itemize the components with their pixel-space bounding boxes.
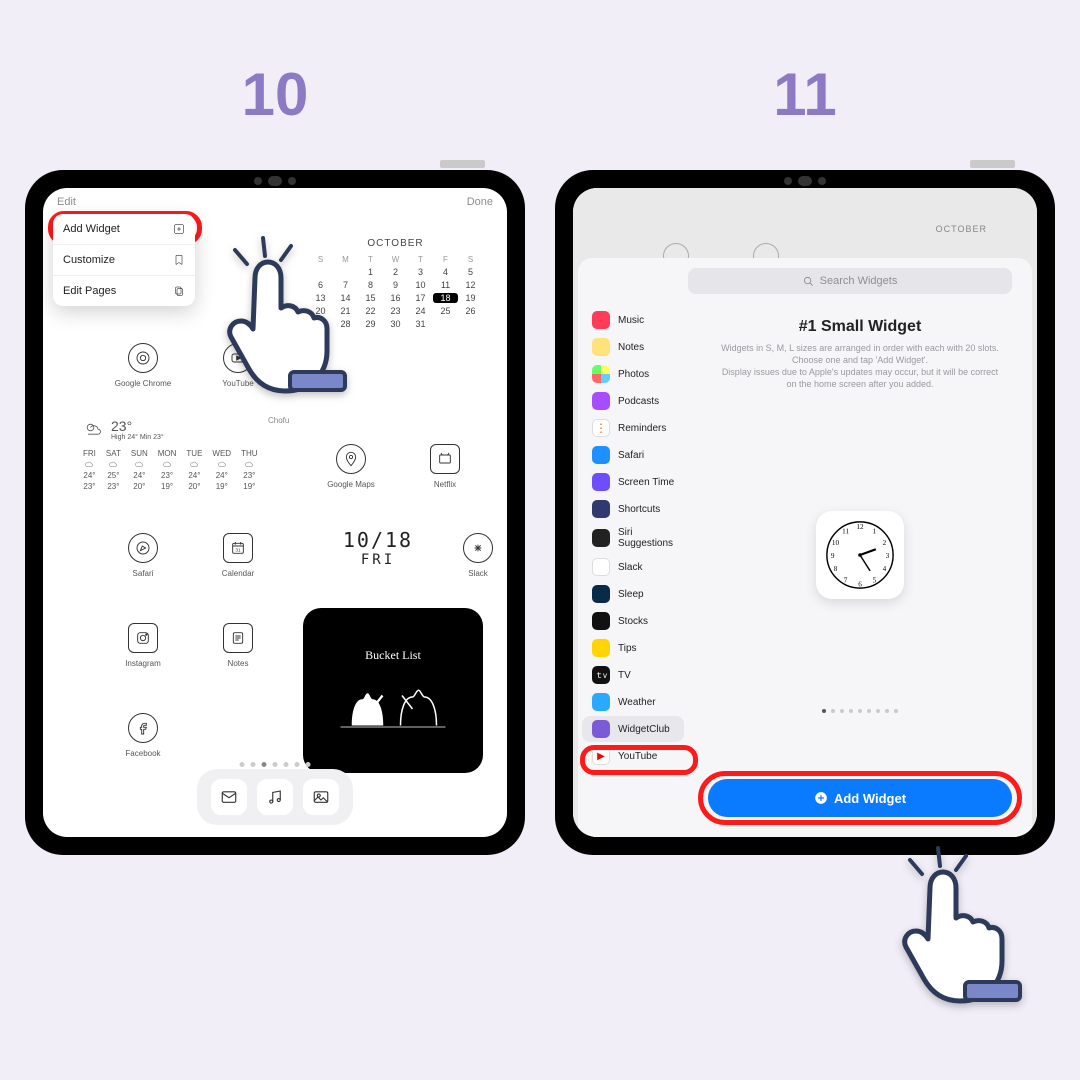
bucket-title: Bucket List [365, 648, 421, 663]
app-safari[interactable]: Safari [103, 533, 183, 578]
app-chrome[interactable]: Google Chrome [103, 343, 183, 388]
preview-desc2: Display issues due to Apple's updates ma… [720, 366, 1000, 390]
svg-text:3: 3 [886, 551, 890, 559]
app-list-tv[interactable]: ｔvTV [582, 662, 684, 688]
add-widget-button[interactable]: Add Widget [708, 779, 1012, 817]
clock-widget-preview[interactable]: 12 3 6 9 12 45 78 1011 [816, 511, 904, 599]
svg-text:7: 7 [844, 576, 848, 584]
weather-widget[interactable]: 23° High 24° Min 23° FRI24°23°SAT25°23°S… [83, 418, 303, 492]
app-list-photos[interactable]: Photos [582, 361, 684, 387]
app-youtube-label: YouTube [198, 379, 278, 388]
app-list-stocks[interactable]: Stocks [582, 608, 684, 634]
widget-preview: #1 Small Widget Widgets in S, M, L sizes… [688, 258, 1032, 837]
calendar-widget[interactable]: OCTOBER SMTWTFS1234567891011121314151617… [308, 238, 483, 329]
app-instagram-label: Instagram [103, 659, 183, 668]
page-dots[interactable] [240, 762, 311, 767]
preview-title: #1 Small Widget [708, 318, 1012, 336]
app-maps[interactable]: Google Maps [311, 444, 391, 489]
bg-month: OCTOBER [936, 224, 987, 234]
bookmark-icon [173, 254, 185, 266]
app-list-weather[interactable]: Weather [582, 689, 684, 715]
svg-text:4: 4 [883, 564, 887, 572]
weather-temp: 23° [111, 418, 164, 434]
date-value: 10/18 [318, 528, 438, 552]
preview-desc1: Widgets in S, M, L sizes are arranged in… [720, 342, 1000, 366]
step-number-11: 11 [555, 60, 1055, 129]
app-slack[interactable]: Slack [438, 533, 507, 578]
widget-sheet: Search Widgets MusicNotesPhotosPodcasts⋮… [578, 258, 1032, 837]
date-widget[interactable]: 10/18 FRI [318, 528, 438, 568]
svg-text:11: 11 [842, 527, 849, 535]
svg-text:12: 12 [856, 523, 864, 531]
done-label[interactable]: Done [467, 196, 493, 208]
menu-customize-label: Customize [63, 254, 115, 266]
hand-cursor-right [870, 840, 1040, 1015]
app-maps-label: Google Maps [311, 480, 391, 489]
svg-text:2: 2 [883, 538, 887, 546]
app-chrome-label: Google Chrome [103, 379, 183, 388]
app-list-youtube[interactable]: ▶YouTube [582, 743, 684, 769]
app-list-widgetclub[interactable]: WidgetClub [582, 716, 684, 742]
dock [197, 769, 353, 825]
step-number-10: 10 [25, 60, 525, 129]
app-instagram[interactable]: Instagram [103, 623, 183, 668]
app-list-screen-time[interactable]: Screen Time [582, 469, 684, 495]
dock-music[interactable] [257, 779, 293, 815]
app-list-shortcuts[interactable]: Shortcuts [582, 496, 684, 522]
plus-icon [814, 791, 828, 805]
app-facebook-label: Facebook [103, 749, 183, 758]
menu-add-widget[interactable]: Add Widget [53, 214, 195, 245]
svg-text:31: 31 [235, 547, 241, 552]
app-list-reminders[interactable]: ⋮Reminders [582, 415, 684, 441]
app-notes-label: Notes [198, 659, 278, 668]
app-list-music[interactable]: Music [582, 307, 684, 333]
app-list-notes[interactable]: Notes [582, 334, 684, 360]
add-widget-label: Add Widget [834, 791, 906, 806]
context-menu: Add Widget Customize Edit Pages [53, 214, 195, 306]
menu-add-widget-label: Add Widget [63, 223, 120, 235]
edit-label[interactable]: Edit [57, 196, 76, 208]
menu-customize[interactable]: Customize [53, 245, 195, 276]
cats-icon [333, 673, 453, 733]
bucket-list-widget[interactable]: Bucket List [303, 608, 483, 773]
app-list-podcasts[interactable]: Podcasts [582, 388, 684, 414]
app-calendar[interactable]: 31 Calendar [198, 533, 278, 578]
app-safari-label: Safari [103, 569, 183, 578]
pages-icon [173, 285, 185, 297]
app-facebook[interactable]: Facebook [103, 713, 183, 758]
preview-page-dots[interactable] [708, 709, 1012, 713]
app-notes[interactable]: Notes [198, 623, 278, 668]
date-day: FRI [318, 552, 438, 568]
app-list-slack[interactable]: ✱Slack [582, 554, 684, 580]
app-netflix-label: Netflix [405, 480, 485, 489]
weather-sub: High 24° Min 23° [111, 434, 164, 441]
home-screen: Edit Done Add Widget Customize Edit Page… [43, 188, 507, 837]
widget-app-list[interactable]: MusicNotesPhotosPodcasts⋮RemindersSafari… [578, 258, 688, 837]
svg-text:6: 6 [858, 580, 862, 588]
svg-text:10: 10 [832, 538, 840, 546]
widget-picker-screen: OCTOBER Search Widgets MusicNotesPhotosP… [573, 188, 1037, 837]
app-calendar-label: Calendar [198, 569, 278, 578]
app-slack-label: Slack [438, 569, 507, 578]
dock-mail[interactable] [211, 779, 247, 815]
app-youtube[interactable]: YouTube [198, 343, 278, 388]
menu-edit-pages[interactable]: Edit Pages [53, 276, 195, 306]
ipad-right: OCTOBER Search Widgets MusicNotesPhotosP… [555, 170, 1055, 855]
calendar-title: OCTOBER [308, 238, 483, 249]
svg-text:1: 1 [873, 527, 877, 535]
svg-text:5: 5 [873, 576, 877, 584]
clock-icon: 12 3 6 9 12 45 78 1011 [824, 519, 896, 591]
svg-text:9: 9 [831, 551, 835, 559]
svg-text:8: 8 [834, 564, 838, 572]
weather-location: Chofu [268, 416, 289, 425]
app-list-tips[interactable]: Tips [582, 635, 684, 661]
ipad-left: Edit Done Add Widget Customize Edit Page… [25, 170, 525, 855]
app-list-sleep[interactable]: Sleep [582, 581, 684, 607]
dock-photos[interactable] [303, 779, 339, 815]
app-list-siri-suggestions[interactable]: Siri Suggestions [582, 523, 684, 553]
widget-add-icon [173, 223, 185, 235]
app-list-safari[interactable]: Safari [582, 442, 684, 468]
app-netflix[interactable]: Netflix [405, 444, 485, 489]
menu-edit-pages-label: Edit Pages [63, 285, 116, 297]
